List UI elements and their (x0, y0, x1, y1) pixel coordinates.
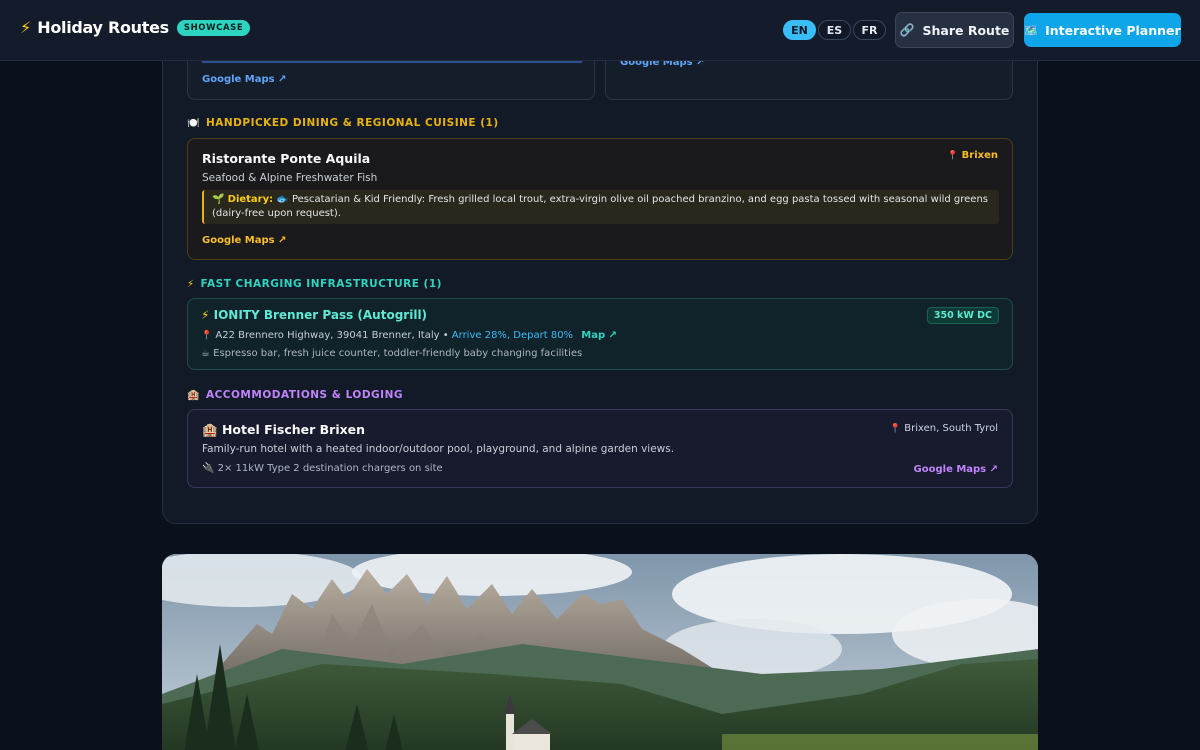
hotel-description: Family-run hotel with a heated indoor/ou… (202, 443, 675, 455)
charging-station-card[interactable]: ⚡ IONITY Brenner Pass (Autogrill) 350 kW… (187, 298, 1013, 370)
charging-amenities: Espresso bar, fresh juice counter, toddl… (213, 348, 583, 359)
map-pin-icon: 📍 (946, 151, 959, 161)
hotel-icon: 🏨 (187, 389, 200, 401)
lightning-bolt-icon: ⚡ (201, 308, 210, 322)
dining-section-title: 🍽️ HANDPICKED DINING & REGIONAL CUISINE … (187, 117, 499, 129)
sprout-icon: 🌱 (212, 194, 225, 205)
google-maps-link[interactable]: Google Maps ↗ (202, 74, 286, 85)
map-pin-icon: 📍 (201, 331, 213, 341)
map-link[interactable]: Map ↗ (581, 330, 617, 341)
language-es-button[interactable]: ES (818, 20, 851, 40)
language-fr-button[interactable]: FR (853, 20, 886, 40)
interactive-planner-label: Interactive Planner (1045, 22, 1181, 38)
coffee-icon: ☕ (201, 348, 210, 359)
dietary-text: Pescatarian & Kid Friendly: Fresh grille… (212, 194, 988, 219)
share-route-button[interactable]: 🔗 Share Route (895, 12, 1014, 48)
top-navigation-bar: ⚡ Holiday Routes SHOWCASE EN ES FR 🔗 Sha… (0, 0, 1200, 61)
charging-station-title: ⚡ IONITY Brenner Pass (Autogrill) (201, 308, 427, 322)
landscape-illustration (162, 554, 1038, 750)
lodging-section-title: 🏨 ACCOMMODATIONS & LODGING (187, 389, 403, 401)
restaurant-location-label: Brixen (961, 150, 998, 161)
share-route-label: Share Route (922, 22, 1010, 38)
lightning-bolt-icon: ⚡ (187, 278, 195, 290)
brand[interactable]: ⚡ Holiday Routes SHOWCASE (20, 18, 251, 37)
restaurant-cuisine: Seafood & Alpine Freshwater Fish (202, 172, 378, 184)
brand-title: Holiday Routes (37, 18, 169, 37)
hotel-chargers: 2× 11kW Type 2 destination chargers on s… (217, 463, 443, 474)
showcase-badge: SHOWCASE (176, 19, 251, 36)
lightning-bolt-icon: ⚡ (20, 18, 32, 37)
restaurant-name: Ristorante Ponte Aquila (202, 151, 371, 166)
charging-section-label: FAST CHARGING INFRASTRUCTURE (1) (200, 278, 442, 290)
google-maps-link[interactable]: Google Maps ↗ (914, 464, 998, 475)
link-icon: 🔗 (899, 23, 915, 37)
charging-amenities-row: ☕ Espresso bar, fresh juice counter, tod… (201, 348, 582, 359)
hotel-chargers-row: 🔌 2× 11kW Type 2 destination chargers on… (202, 463, 443, 474)
charging-address-row: 📍 A22 Brennero Highway, 39041 Brenner, I… (201, 330, 617, 341)
plate-icon: 🍽️ (187, 117, 200, 129)
dining-section-label: HANDPICKED DINING & REGIONAL CUISINE (1) (205, 117, 499, 129)
power-badge: 350 kW DC (926, 307, 999, 324)
dolomites-landscape-image (162, 554, 1038, 750)
plug-icon: 🔌 (202, 463, 215, 474)
dietary-label: Dietary: (227, 194, 274, 205)
map-icon: 🗺️ (1024, 23, 1039, 37)
charging-section-title: ⚡ FAST CHARGING INFRASTRUCTURE (1) (187, 278, 442, 290)
restaurant-location: 📍 Brixen (947, 150, 998, 161)
hotel-location: 📍 Brixen, South Tyrol (890, 423, 998, 434)
google-maps-link[interactable]: Google Maps ↗ (202, 235, 286, 246)
hotel-name: Hotel Fischer Brixen (221, 422, 366, 437)
hotel-icon: 🏨 (202, 422, 218, 437)
restaurant-card[interactable]: Ristorante Ponte Aquila 📍 Brixen Seafood… (187, 138, 1013, 260)
charging-soc: Arrive 28%, Depart 80% (451, 330, 574, 341)
charging-station-name: IONITY Brenner Pass (Autogrill) (213, 308, 428, 322)
lodging-section-label: ACCOMMODATIONS & LODGING (205, 389, 403, 401)
map-pin-icon: 📍 (889, 424, 902, 434)
hotel-title: 🏨 Hotel Fischer Brixen (202, 422, 365, 438)
hotel-card[interactable]: 🏨 Hotel Fischer Brixen 📍 Brixen, South T… (187, 409, 1013, 488)
charging-address: A22 Brennero Highway, 39041 Brenner, Ita… (215, 330, 449, 341)
fish-icon: 🐟 (276, 194, 289, 205)
hotel-location-label: Brixen, South Tyrol (904, 423, 998, 434)
card-divider (202, 61, 582, 63)
dietary-note: 🌱 Dietary: 🐟 Pescatarian & Kid Friendly:… (202, 190, 999, 224)
language-en-button[interactable]: EN (783, 20, 816, 40)
interactive-planner-button[interactable]: 🗺️ Interactive Planner (1024, 13, 1181, 47)
